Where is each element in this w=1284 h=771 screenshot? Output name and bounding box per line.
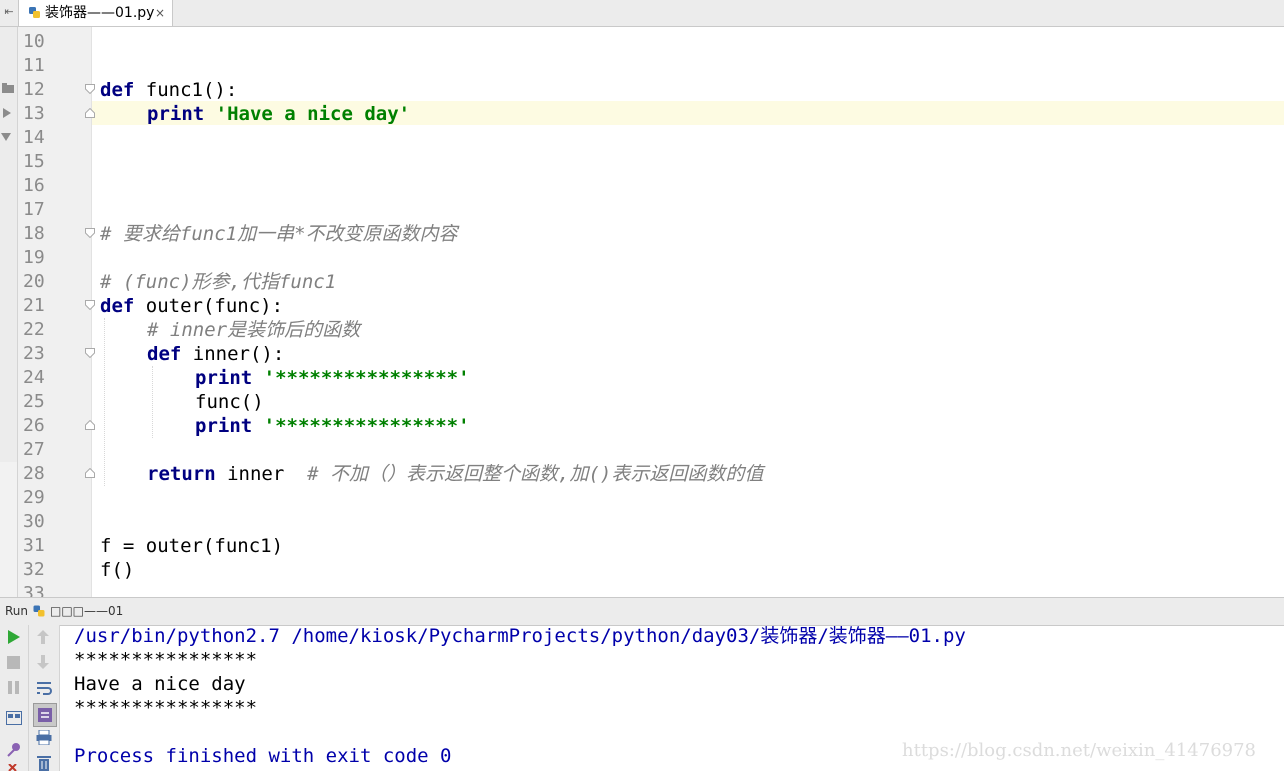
run-toolbar-primary — [0, 625, 29, 771]
fold-end-icon[interactable] — [85, 108, 95, 118]
line-number: 20 — [23, 271, 45, 292]
folder-icon[interactable] — [2, 83, 14, 93]
console-command: /usr/bin/python2.7 /home/kiosk/PycharmPr… — [74, 625, 966, 647]
line-number: 28 — [23, 463, 45, 484]
line-number: 24 — [23, 367, 45, 388]
fold-icon[interactable] — [85, 228, 95, 238]
line-number: 19 — [23, 247, 45, 268]
tab-file[interactable]: 装饰器——01.py × — [19, 0, 173, 26]
left-tool-strip — [0, 27, 18, 462]
fold-icon[interactable] — [85, 300, 95, 310]
line-number: 12 — [23, 79, 45, 100]
string-literal: 'Have a nice day' — [215, 103, 411, 125]
keyword: print — [147, 103, 205, 125]
code-line-31[interactable]: f = outer(func1) — [100, 534, 283, 558]
line-number: 14 — [23, 127, 45, 148]
code-comment-18[interactable]: # 要求给func1加一串*不改变原函数内容 — [100, 222, 458, 246]
expand-down-icon[interactable] — [1, 133, 11, 141]
back-icon[interactable]: ⇤ — [0, 0, 19, 26]
code-line-13[interactable]: print 'Have a nice day' — [147, 102, 410, 126]
close-icon[interactable]: × — [155, 0, 165, 26]
code-comment-20[interactable]: # (func)形参,代指func1 — [100, 270, 336, 294]
line-number: 23 — [23, 343, 45, 364]
run-config-name[interactable]: □□□——01 — [50, 598, 123, 625]
editor-tab-bar: ⇤ 装饰器——01.py × — [0, 0, 1284, 27]
keyword: def — [100, 295, 135, 317]
fold-icon[interactable] — [85, 348, 95, 358]
code-line-12[interactable]: def func1(): — [100, 78, 237, 102]
code-text: inner(): — [192, 343, 285, 365]
keyword: return — [147, 463, 216, 485]
line-number: 27 — [23, 439, 45, 460]
left-tool-strip-lower — [0, 462, 18, 597]
line-number: 18 — [23, 223, 45, 244]
code-text: inner — [227, 463, 308, 485]
inline-comment: # 不加（）表示返回整个函数,加()表示返回函数的值 — [307, 463, 764, 485]
scroll-to-end-button[interactable] — [33, 703, 57, 727]
keyword: print — [195, 367, 253, 389]
console-exit-status: Process finished with exit code 0 — [74, 745, 452, 767]
line-number: 22 — [23, 319, 45, 340]
string-literal: '****************' — [263, 367, 470, 389]
stop-icon[interactable] — [7, 656, 20, 669]
close-run-icon[interactable] — [6, 764, 22, 771]
fold-end-icon[interactable] — [85, 420, 95, 430]
clear-all-icon[interactable] — [37, 755, 51, 771]
indent-guide — [104, 318, 105, 486]
restore-layout-icon[interactable] — [6, 711, 22, 725]
python-run-config-icon — [33, 605, 45, 617]
code-line-32[interactable]: f() — [100, 558, 134, 582]
scroll-to-end-icon — [38, 708, 52, 722]
line-number: 13 — [23, 103, 45, 124]
python-file-icon — [29, 7, 40, 18]
line-number: 15 — [23, 151, 45, 172]
line-number: 31 — [23, 535, 45, 556]
console-output-line: Have a nice day — [74, 673, 246, 695]
run-panel-header: Run □□□——01 — [0, 597, 1284, 626]
line-number: 29 — [23, 487, 45, 508]
expand-right-icon[interactable] — [3, 108, 11, 118]
line-number: 21 — [23, 295, 45, 316]
console-output-line: **************** — [74, 697, 258, 719]
fold-icon[interactable] — [85, 84, 95, 94]
code-text: func1(): — [145, 79, 238, 101]
print-icon[interactable] — [36, 730, 52, 745]
code-text: outer(func): — [145, 295, 284, 317]
code-comment-22[interactable]: # inner是装饰后的函数 — [147, 318, 360, 342]
code-line-26[interactable]: print '****************' — [195, 414, 470, 438]
line-number: 17 — [23, 199, 45, 220]
down-arrow-icon[interactable] — [37, 655, 49, 669]
tab-filename: 装饰器——01.py — [45, 5, 155, 21]
rerun-icon[interactable] — [7, 630, 21, 644]
line-number: 25 — [23, 391, 45, 412]
keyword: print — [195, 415, 253, 437]
line-number: 26 — [23, 415, 45, 436]
fold-end-icon[interactable] — [85, 468, 95, 478]
code-line-23[interactable]: def inner(): — [147, 342, 284, 366]
line-number: 30 — [23, 511, 45, 532]
string-literal: '****************' — [263, 415, 470, 437]
pause-icon[interactable] — [7, 681, 20, 694]
code-line-28[interactable]: return inner # 不加（）表示返回整个函数,加()表示返回函数的值 — [147, 462, 763, 486]
watermark: https://blog.csdn.net/weixin_41476978 — [902, 740, 1257, 761]
line-number: 33 — [23, 583, 45, 597]
code-line-21[interactable]: def outer(func): — [100, 294, 283, 318]
code-line-25[interactable]: func() — [195, 390, 264, 414]
keyword: def — [147, 343, 182, 365]
keyword: def — [100, 79, 135, 101]
line-number: 11 — [23, 55, 45, 76]
line-number: 10 — [23, 31, 45, 52]
line-number: 16 — [23, 175, 45, 196]
run-toolbar-secondary — [29, 625, 60, 771]
code-line-24[interactable]: print '****************' — [195, 366, 470, 390]
soft-wrap-icon[interactable] — [36, 681, 52, 695]
up-arrow-icon[interactable] — [37, 630, 49, 644]
indent-guide — [152, 366, 153, 438]
pin-icon[interactable] — [6, 742, 22, 758]
line-number: 32 — [23, 559, 45, 580]
console-output-line: **************** — [74, 649, 258, 671]
run-label[interactable]: Run — [5, 598, 28, 625]
